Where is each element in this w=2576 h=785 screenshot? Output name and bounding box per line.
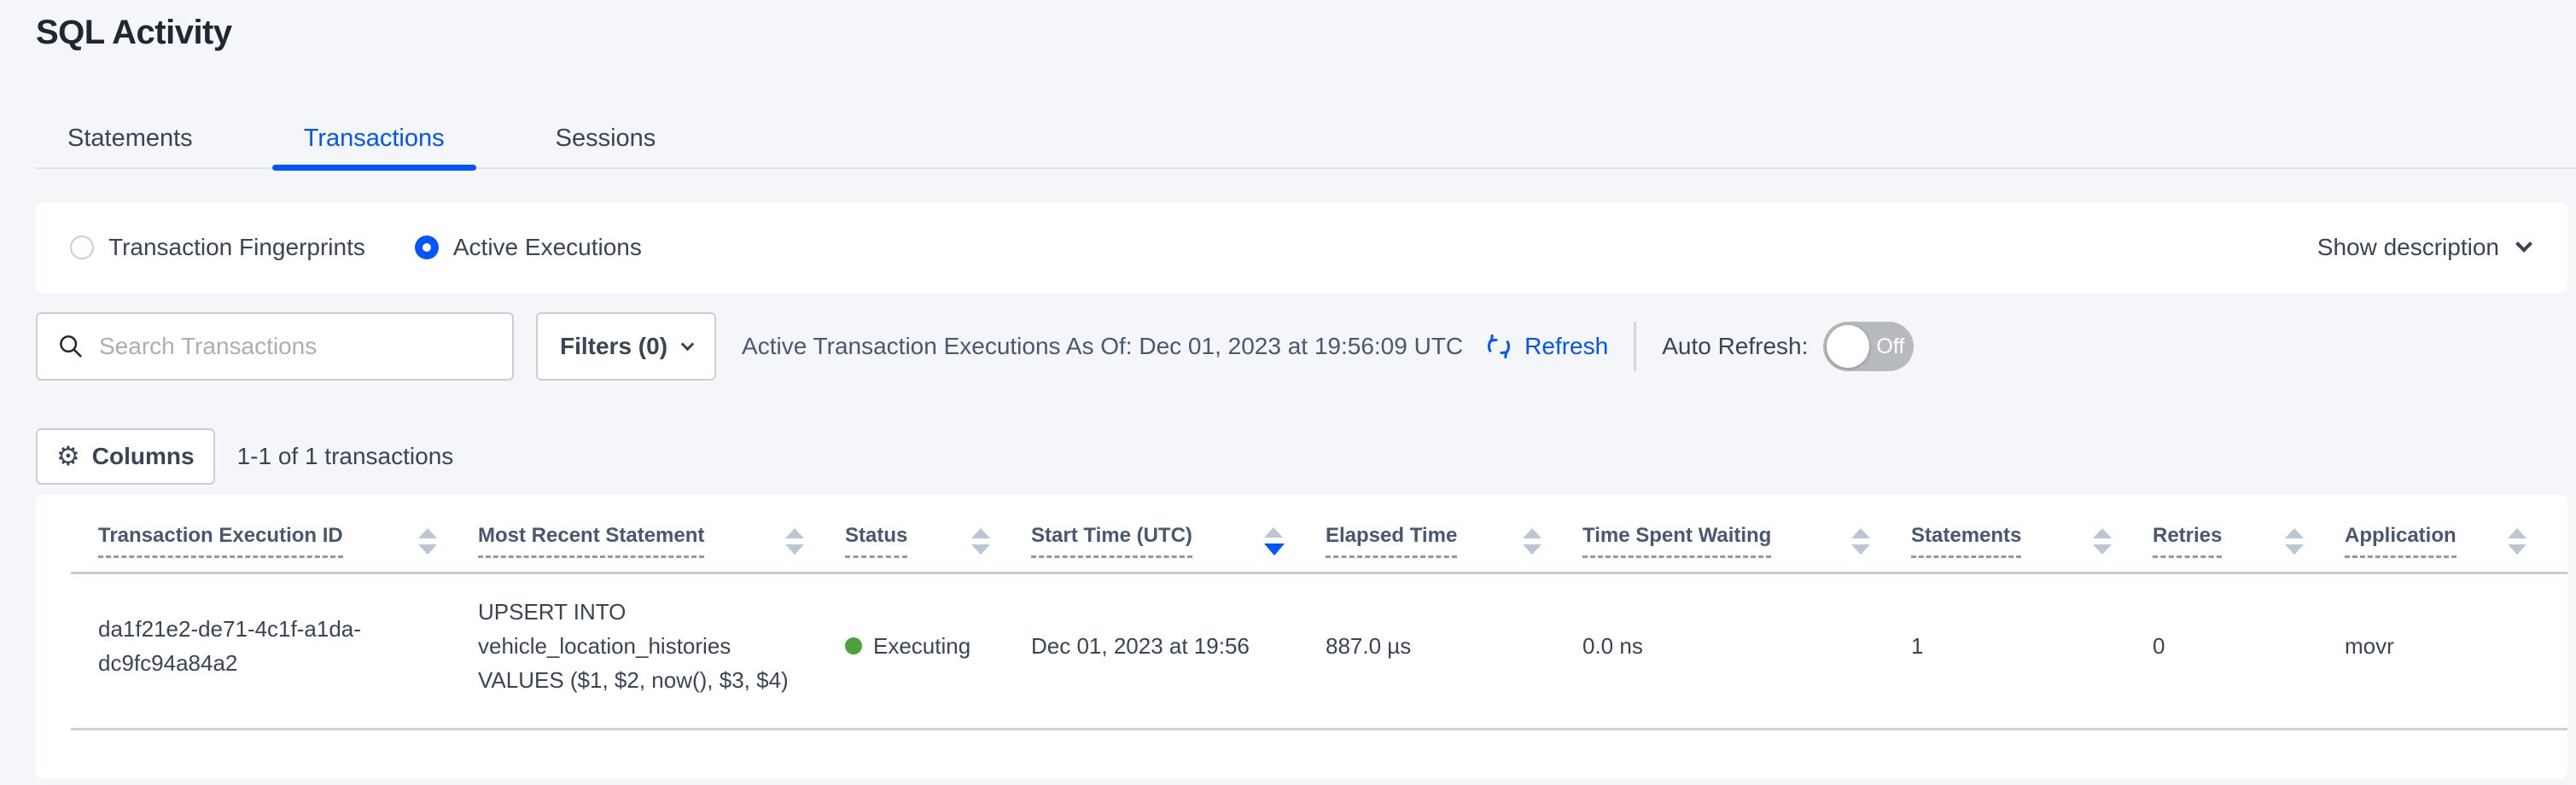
sort-icon[interactable] [2508,528,2526,555]
table-header-row: Transaction Execution ID Most Recent Sta… [71,495,2567,574]
sort-icon[interactable] [2093,528,2112,555]
view-options-card: Transaction Fingerprints Active Executio… [36,202,2567,293]
vertical-divider [1634,322,1636,371]
radio-label: Transaction Fingerprints [108,234,365,261]
refresh-button[interactable]: Refresh [1483,331,1608,362]
show-description-button[interactable]: Show description [2317,234,2530,261]
radio-transaction-fingerprints[interactable]: Transaction Fingerprints [70,234,365,261]
page-title: SQL Activity [36,14,232,52]
chevron-down-icon [2515,236,2532,253]
header-transaction-execution-id[interactable]: Transaction Execution ID [71,524,478,558]
auto-refresh-toggle[interactable]: Off [1823,322,1914,371]
result-count: 1-1 of 1 transactions [237,443,454,470]
cell-start-time: Dec 01, 2023 at 19:56 [1031,629,1326,663]
header-statements[interactable]: Statements [1911,524,2153,558]
transactions-table-card: Transaction Execution ID Most Recent Sta… [36,495,2567,779]
header-time-spent-waiting[interactable]: Time Spent Waiting [1582,524,1911,558]
filters-label: Filters (0) [560,333,667,360]
status-badge: Executing [873,629,970,663]
gear-icon: ⚙ [56,444,80,470]
cell-most-recent-statement: UPSERT INTO vehicle_location_histories V… [478,595,845,697]
status-dot-icon [845,637,862,654]
tabs-bar: Statements Transactions Sessions [36,109,2576,169]
toggle-state-label: Off [1876,334,1904,359]
tab-statements[interactable]: Statements [36,109,224,167]
search-icon [56,332,85,361]
toggle-knob[interactable] [1827,325,1869,368]
radio-active-executions[interactable]: Active Executions [415,234,642,261]
header-most-recent-statement[interactable]: Most Recent Statement [478,524,845,558]
header-status[interactable]: Status [845,524,1031,558]
header-application[interactable]: Application [2345,524,2567,558]
search-box[interactable] [36,312,514,381]
tab-sessions[interactable]: Sessions [524,109,688,167]
sort-icon[interactable] [785,528,804,555]
radio-unselected-icon[interactable] [70,236,94,259]
header-retries[interactable]: Retries [2153,524,2345,558]
columns-button[interactable]: ⚙ Columns [36,428,215,485]
sort-icon-active-desc[interactable] [1264,527,1285,555]
controls-row: Filters (0) Active Transaction Execution… [36,312,2567,381]
cell-statements: 1 [1911,629,2153,663]
refresh-label: Refresh [1524,333,1608,360]
table-row: da1f21e2-de71-4c1f-a1da-dc9fc94a84a2 UPS… [71,574,2567,730]
sort-icon[interactable] [1851,528,1870,555]
columns-label: Columns [92,443,195,470]
chevron-down-icon [681,337,695,351]
radio-selected-icon[interactable] [415,236,439,259]
show-description-label: Show description [2317,234,2499,261]
radio-label: Active Executions [453,234,642,261]
sort-icon[interactable] [418,528,437,555]
sort-icon[interactable] [971,528,990,555]
cell-time-spent-waiting: 0.0 ns [1582,629,1911,663]
tab-transactions[interactable]: Transactions [272,109,476,167]
view-mode-radio-group: Transaction Fingerprints Active Executio… [70,234,642,261]
cell-elapsed-time: 887.0 µs [1326,629,1582,663]
sort-icon[interactable] [1523,528,1542,555]
cell-application: movr [2345,629,2567,663]
cell-transaction-execution-id[interactable]: da1f21e2-de71-4c1f-a1da-dc9fc94a84a2 [71,612,478,680]
auto-refresh-label: Auto Refresh: [1662,333,1808,360]
sort-icon[interactable] [2285,528,2304,555]
filters-button[interactable]: Filters (0) [536,312,716,381]
search-input[interactable] [99,333,500,360]
columns-row: ⚙ Columns 1-1 of 1 transactions [36,428,453,485]
header-elapsed-time[interactable]: Elapsed Time [1326,524,1582,558]
cell-status: Executing [845,629,1031,663]
header-start-time[interactable]: Start Time (UTC) [1031,524,1326,558]
refresh-icon [1483,331,1514,362]
cell-retries: 0 [2153,629,2345,663]
as-of-timestamp: Active Transaction Executions As Of: Dec… [742,333,1463,360]
